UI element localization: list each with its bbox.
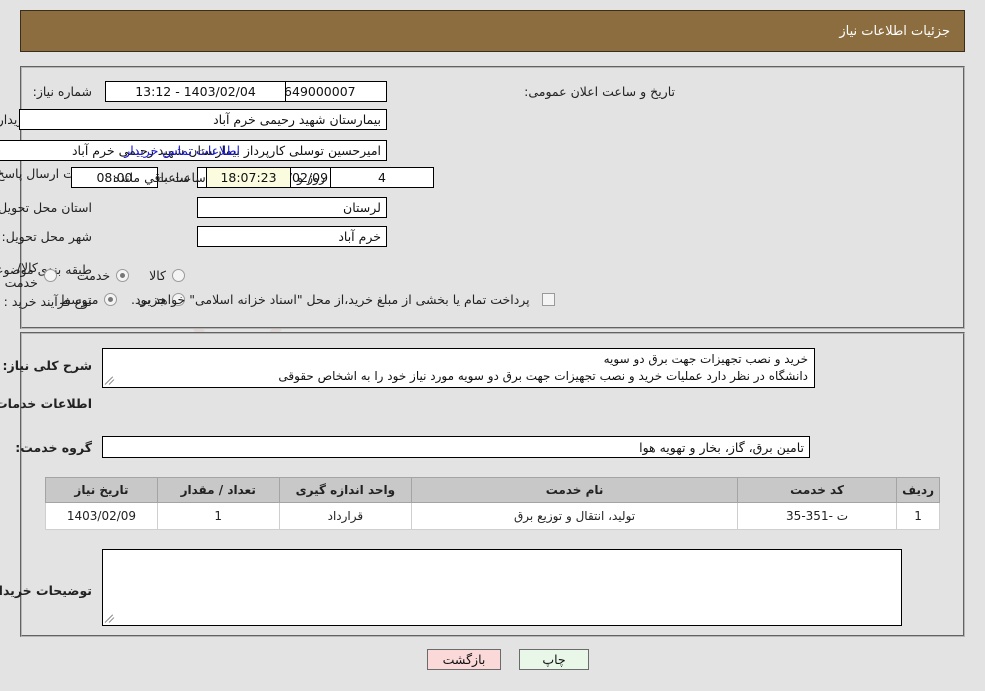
buyer-contact-link[interactable]: اطلاعات تماس خریدار [124, 143, 240, 158]
print-button[interactable]: چاپ [519, 649, 589, 670]
category-radio-label-0: کالا [149, 267, 166, 283]
category-radio-group[interactable]: کالا خدمت کالا/خدمت [0, 260, 185, 290]
buyer-comments-textarea[interactable] [102, 549, 902, 626]
city-value: خرم آباد [197, 226, 387, 247]
category-radio-label-2: کالا/خدمت [4, 260, 38, 290]
days-remaining-value: 4 [330, 167, 434, 188]
th-quantity: تعداد / مقدار [156, 477, 280, 503]
service-group-label: گروه خدمت: [15, 440, 92, 455]
buyer-org-value: بیمارستان شهید رحیمی خرم آباد [19, 109, 387, 130]
th-service-name: نام خدمت [411, 477, 738, 503]
province-label: استان محل تحویل: [0, 200, 92, 215]
treasury-checkbox[interactable] [541, 293, 555, 306]
page-root: AriaTender.net جزئیات اطلاعات نیاز شماره… [0, 0, 985, 691]
page-title: جزئیات اطلاعات نیاز [839, 23, 950, 39]
category-radio-label-1: خدمت [76, 267, 111, 283]
announce-datetime-value: 1403/02/04 - 13:12 [105, 81, 286, 102]
cell-row-no: 1 [896, 502, 940, 530]
resize-grip-icon-2 [104, 612, 117, 624]
cell-unit: قرارداد [278, 502, 413, 530]
services-section-heading: اطلاعات خدمات مورد نیاز [0, 396, 92, 411]
back-button[interactable]: بازگشت [427, 649, 501, 670]
category-radio-0[interactable] [172, 268, 185, 282]
th-need-date: تاریخ نیاز [45, 477, 158, 503]
cell-service-name: تولید، انتقال و توزیع برق [411, 502, 738, 530]
treasury-checkbox-row[interactable]: پرداخت تمام یا بخشی از مبلغ خرید،از محل … [131, 292, 555, 307]
process-radio-1[interactable] [104, 293, 118, 306]
days-suffix-label: روز و [297, 170, 326, 185]
province-value: لرستان [197, 197, 387, 218]
description-label: شرح کلی نیاز: [2, 358, 92, 373]
buyer-comments-label: توضیحات خریدار: [0, 583, 92, 598]
page-header: جزئیات اطلاعات نیاز [20, 10, 965, 52]
category-radio-1[interactable] [116, 268, 130, 282]
services-table: ردیف کد خدمت نام خدمت واحد اندازه گیری ت… [45, 477, 940, 530]
th-unit: واحد اندازه گیری [278, 477, 413, 503]
category-radio-2[interactable] [43, 268, 57, 282]
cell-need-date: 1403/02/09 [45, 502, 158, 530]
remaining-time-value: 18:07:23 [206, 167, 291, 188]
table-header-row: ردیف کد خدمت نام خدمت واحد اندازه گیری ت… [45, 477, 940, 503]
th-row-no: ردیف [896, 477, 940, 503]
announce-datetime-label: تاریخ و ساعت اعلان عمومی: [524, 84, 675, 99]
service-group-value: تامین برق، گاز، بخار و تهویه هوا [102, 436, 810, 458]
remaining-suffix-label: ساعت باقي مانده [113, 170, 206, 185]
need-number-label: شماره نیاز: [32, 84, 92, 99]
city-label: شهر محل تحویل: [1, 229, 92, 244]
cell-service-code: ت -351-35 [736, 502, 898, 530]
th-service-code: کد خدمت [736, 477, 898, 503]
description-textarea[interactable]: خرید و نصب تجهیزات جهت برق دو سویه دانشگ… [102, 348, 815, 388]
description-line-2: دانشگاه در نظر دارد عملیات خرید و نصب تج… [278, 369, 808, 383]
table-row: 1 ت -351-35 تولید، انتقال و توزیع برق قر… [45, 502, 940, 530]
cell-quantity: 1 [156, 502, 280, 530]
description-line-1: خرید و نصب تجهیزات جهت برق دو سویه [603, 352, 808, 366]
treasury-note-label: پرداخت تمام یا بخشی از مبلغ خرید،از محل … [131, 292, 530, 307]
process-radio-label-1: متوسط [59, 292, 99, 307]
